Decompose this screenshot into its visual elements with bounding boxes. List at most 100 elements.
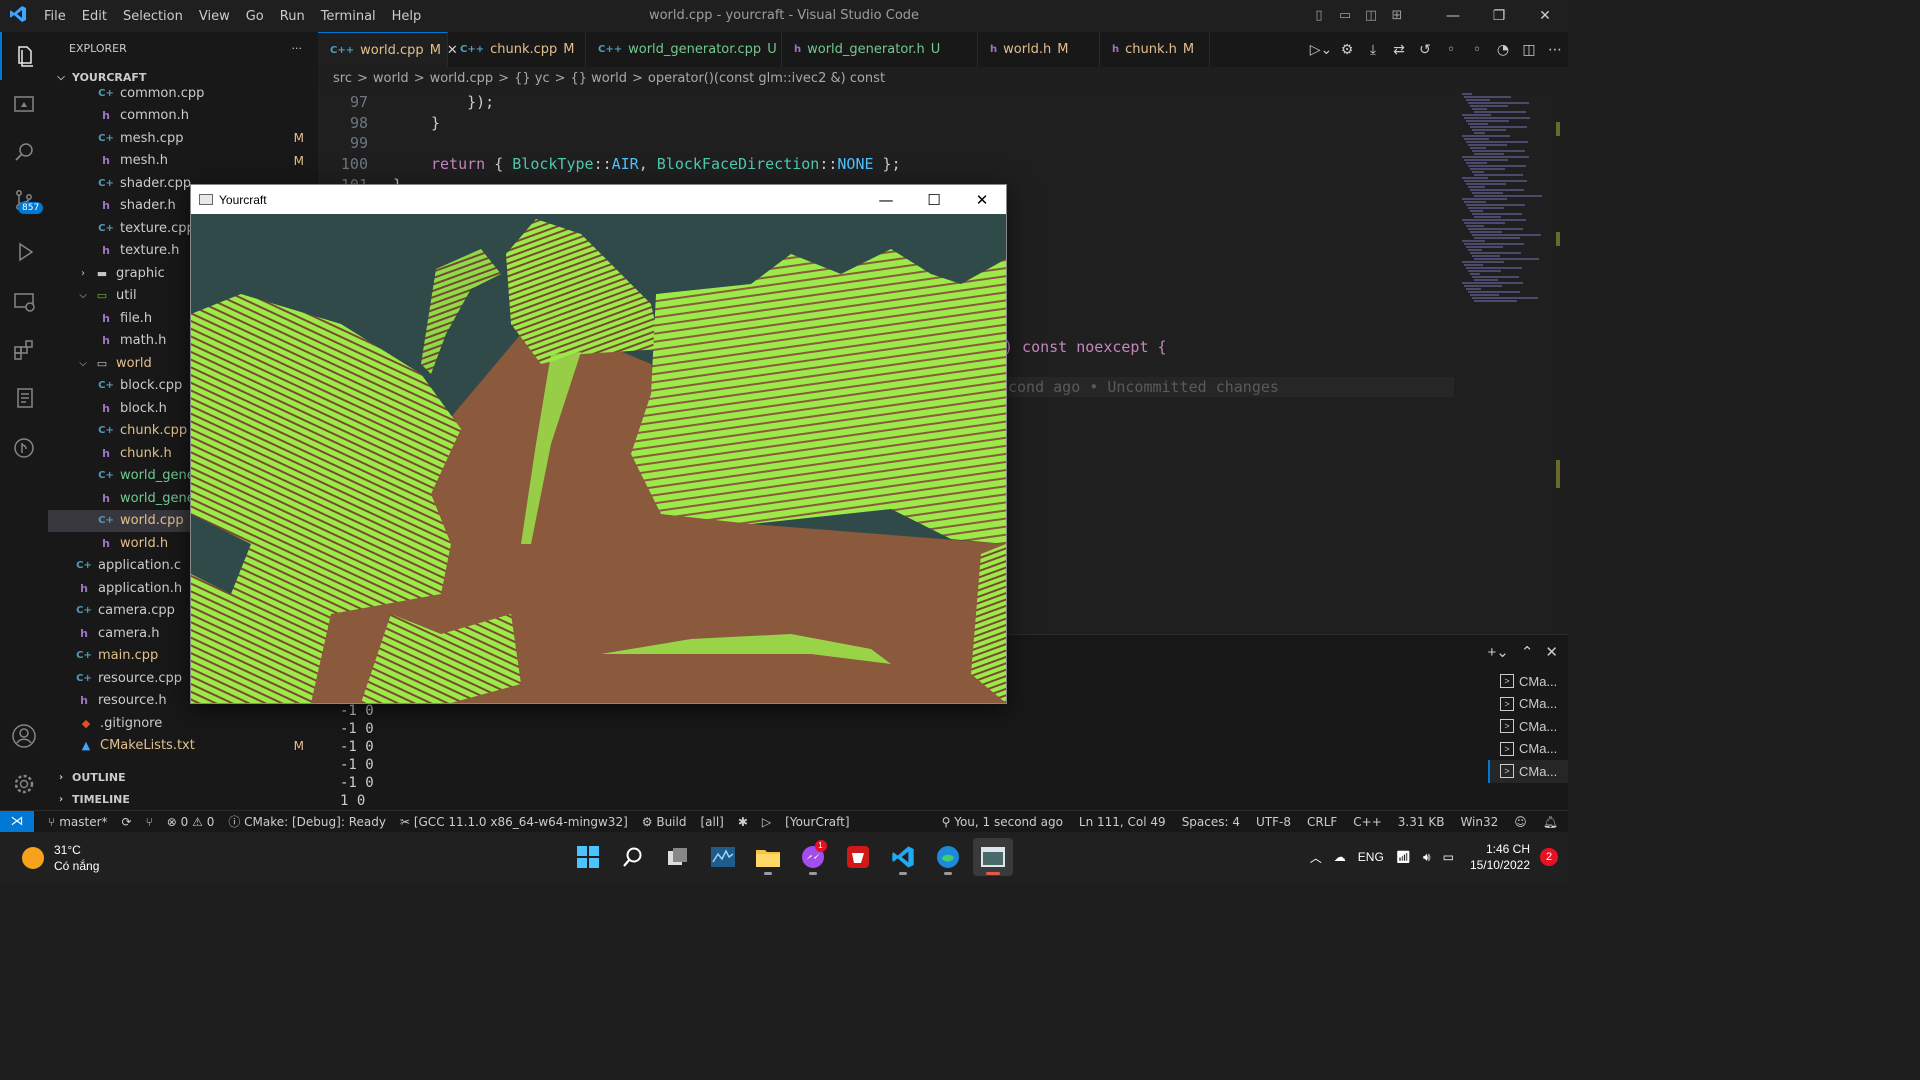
compare-changes-icon[interactable]: ⇄ [1386, 42, 1412, 58]
previous-change-icon[interactable]: ◦ [1438, 42, 1464, 58]
more-actions-icon[interactable]: ⋯ [1542, 42, 1568, 58]
task-view-icon[interactable] [658, 838, 698, 876]
launch-play-icon[interactable]: ▷ [762, 815, 771, 829]
menu-edit[interactable]: Edit [74, 9, 115, 24]
new-terminal-icon[interactable]: +⌄ [1488, 643, 1509, 661]
sync-icon[interactable]: ⟳ [122, 815, 132, 829]
explorer-more-button[interactable]: ··· [292, 42, 303, 55]
cursor-position[interactable]: Ln 111, Col 49 [1079, 815, 1166, 829]
testing-icon[interactable] [0, 374, 48, 422]
outline-section[interactable]: › OUTLINE [48, 766, 318, 788]
menu-help[interactable]: Help [384, 9, 430, 24]
breadcrumb-item[interactable]: operator()(const glm::ivec2 &) const [648, 71, 885, 86]
terminal-instance[interactable]: > CMa... [1488, 693, 1568, 716]
close-panel-icon[interactable]: ✕ [1545, 643, 1558, 661]
encoding[interactable]: UTF-8 [1256, 815, 1291, 829]
file-item[interactable]: ▲ CMakeLists.txt M [48, 735, 318, 758]
file-item[interactable]: ◆ .gitignore [48, 712, 318, 735]
problems-status[interactable]: ⊗ 0 ⚠ 0 [167, 815, 215, 829]
accounts-icon[interactable] [0, 712, 48, 760]
file-item[interactable]: C+ mesh.cpp M [48, 127, 318, 150]
file-item[interactable]: h mesh.h M [48, 150, 318, 173]
breadcrumb-item[interactable]: world.cpp [430, 71, 494, 86]
feedback-icon[interactable]: ☺ [1514, 815, 1527, 829]
notification-count[interactable]: 2 [1540, 848, 1558, 866]
settings-gear-icon[interactable] [0, 760, 48, 808]
tab-chunk-cpp[interactable]: C++ chunk.cpp M [448, 32, 586, 67]
maximize-panel-icon[interactable]: ⌃ [1521, 643, 1534, 661]
timeline-section[interactable]: › TIMELINE [48, 788, 318, 810]
toggle-panel-icon[interactable]: ▭ [1334, 8, 1356, 24]
yourcraft-minimize-button[interactable]: — [862, 185, 910, 214]
gitlens-icon[interactable] [0, 424, 48, 472]
input-language[interactable]: ENG [1358, 850, 1384, 864]
edge-icon[interactable] [928, 838, 968, 876]
publish-icon[interactable]: ⑂ [146, 815, 153, 829]
yourcraft-maximize-button[interactable]: ☐ [910, 185, 958, 214]
messenger-icon[interactable]: 1 [793, 838, 833, 876]
restore-button[interactable]: ❐ [1476, 8, 1522, 24]
toggle-sidebar-icon[interactable]: ▯ [1308, 8, 1330, 24]
tab-world-cpp[interactable]: C++ world.cpp M ✕ [318, 32, 458, 67]
end-of-line[interactable]: CRLF [1307, 815, 1337, 829]
vscode-icon[interactable] [883, 838, 923, 876]
menu-go[interactable]: Go [238, 9, 272, 24]
extensions-icon[interactable] [0, 326, 48, 374]
battery-icon[interactable]: ▭ [1443, 850, 1454, 864]
menu-run[interactable]: Run [272, 9, 313, 24]
windows-start-icon[interactable] [568, 838, 608, 876]
explorer-icon[interactable] [0, 32, 48, 80]
tab-chunk-h[interactable]: h chunk.h M [1100, 32, 1210, 67]
menu-terminal[interactable]: Terminal [313, 9, 384, 24]
file-explorer-icon[interactable] [748, 838, 788, 876]
git-branch[interactable]: master* [59, 815, 107, 829]
yourcraft-close-button[interactable]: ✕ [958, 185, 1006, 214]
run-dropdown-icon[interactable]: ▷⌄ [1308, 42, 1334, 58]
minimap[interactable] [1458, 89, 1558, 634]
menu-view[interactable]: View [191, 9, 238, 24]
onedrive-cloud-icon[interactable]: ☁ [1334, 850, 1346, 864]
menu-file[interactable]: File [36, 9, 74, 24]
timeline-icon[interactable]: ◔ [1490, 42, 1516, 58]
toggle-secondary-sidebar-icon[interactable]: ◫ [1360, 8, 1382, 24]
cmake-settings-icon[interactable]: ⚙ [1334, 42, 1360, 58]
breadcrumb-item[interactable]: src [333, 71, 352, 86]
git-blame-status[interactable]: ⚲ You, 1 second ago [942, 815, 1063, 829]
terminal-instance[interactable]: > CMa... [1488, 715, 1568, 738]
close-button[interactable]: ✕ [1522, 8, 1568, 24]
volume-icon[interactable]: 🔊︎ [1423, 850, 1431, 865]
remote-indicator-icon[interactable]: ⋊ [0, 810, 34, 833]
cmake-target[interactable]: [all] [700, 815, 723, 829]
breadcrumb-item[interactable]: {} world [571, 71, 627, 86]
terminal-instance[interactable]: > CMa... [1488, 738, 1568, 761]
terminal-instance[interactable]: > CMa... [1488, 670, 1568, 693]
debug-bug-icon[interactable]: ✱ [738, 815, 748, 829]
weather-widget[interactable]: 31°C Có nắng [22, 842, 99, 874]
build-icon[interactable]: ⤓ [1360, 42, 1386, 58]
launch-target[interactable]: [YourCraft] [785, 815, 849, 829]
cmake-build-button[interactable]: ⚙ Build [642, 815, 687, 829]
task-manager-icon[interactable] [703, 838, 743, 876]
cmake-kit[interactable]: ✂ [GCC 11.1.0 x86_64-w64-mingw32] [400, 815, 628, 829]
tab-world-h[interactable]: h world.h M [978, 32, 1100, 67]
file-item[interactable]: C+ common.cpp [48, 82, 318, 105]
yourcraft-window[interactable]: Yourcraft — ☐ ✕ [190, 184, 1007, 704]
menu-selection[interactable]: Selection [115, 9, 191, 24]
breadcrumb-item[interactable]: world [373, 71, 409, 86]
tab-world_generator-h[interactable]: h world_generator.h U [782, 32, 978, 67]
terminal-instance[interactable]: > CMa... [1488, 760, 1568, 783]
source-control-icon[interactable]: 857 [0, 176, 48, 224]
notifications-bell-icon[interactable]: 🔔︎ [1543, 815, 1558, 829]
show-hidden-icons-icon[interactable]: ︿ [1310, 849, 1322, 866]
search-icon[interactable] [613, 838, 653, 876]
search-icon[interactable] [0, 128, 48, 176]
minimize-button[interactable]: — [1430, 8, 1476, 24]
voxel-world-render[interactable] [191, 214, 1006, 703]
language-mode[interactable]: C++ [1353, 815, 1382, 829]
wifi-icon[interactable]: 📶︎ [1396, 850, 1411, 864]
remote-window-icon[interactable] [0, 278, 48, 326]
cmake-status[interactable]: ⓘ CMake: [Debug]: Ready [228, 813, 386, 830]
go-back-icon[interactable]: ↺ [1412, 42, 1438, 58]
garena-icon[interactable] [838, 838, 878, 876]
split-editor-icon[interactable]: ◫ [1516, 42, 1542, 58]
